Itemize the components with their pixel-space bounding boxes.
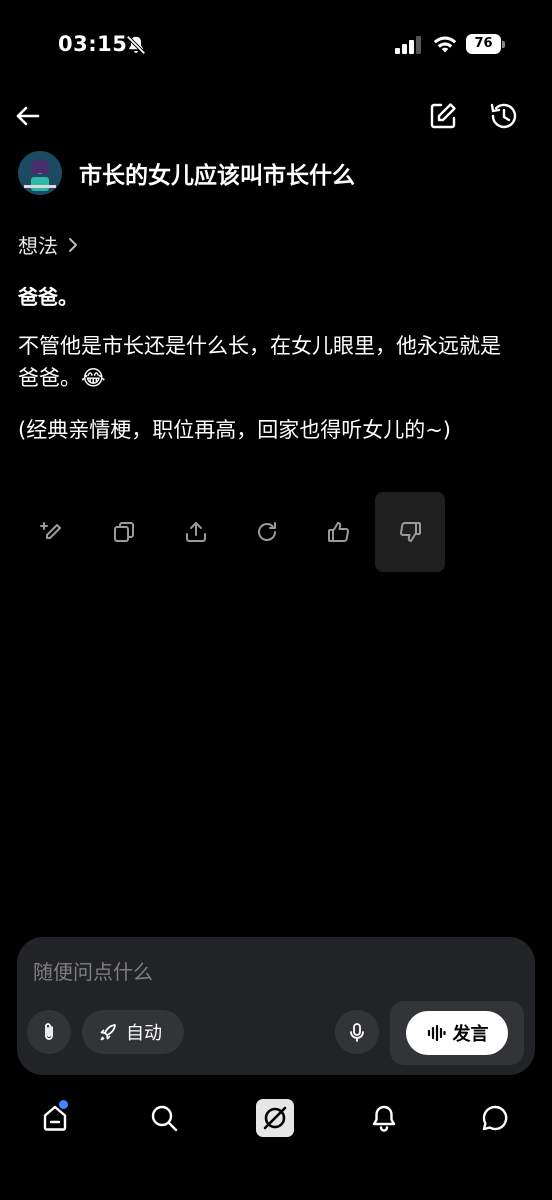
cellular-signal-icon bbox=[395, 36, 421, 54]
battery-indicator: 76 bbox=[466, 34, 506, 54]
microphone-icon bbox=[350, 1023, 364, 1042]
notification-dot bbox=[59, 1100, 68, 1109]
new-chat-button[interactable] bbox=[427, 100, 459, 132]
search-icon bbox=[151, 1105, 178, 1132]
mode-auto-button[interactable]: 自动 bbox=[82, 1010, 184, 1054]
thoughts-toggle[interactable]: 想法 bbox=[18, 230, 82, 259]
rocket-icon bbox=[100, 1024, 116, 1041]
speak-label: 发言 bbox=[452, 1024, 489, 1045]
edit-response-button[interactable] bbox=[18, 492, 88, 572]
message-input[interactable] bbox=[33, 957, 513, 987]
thoughts-label: 想法 bbox=[18, 234, 58, 258]
pencil-sparkle-icon bbox=[40, 522, 61, 539]
thumbs-down-button[interactable] bbox=[375, 492, 445, 572]
nav-chat[interactable] bbox=[475, 1098, 515, 1138]
speak-area: 发言 bbox=[390, 1001, 524, 1065]
composer: 自动 发言 bbox=[17, 937, 535, 1075]
wifi-icon bbox=[433, 36, 457, 53]
copy-icon bbox=[114, 522, 134, 542]
nav-notifications[interactable] bbox=[364, 1098, 404, 1138]
waveform-icon bbox=[427, 1024, 446, 1042]
chevron-right-icon bbox=[69, 237, 77, 252]
thumbs-up-button[interactable] bbox=[304, 492, 374, 572]
history-icon bbox=[490, 103, 517, 129]
nav-grok[interactable] bbox=[255, 1098, 295, 1138]
avatar-image bbox=[18, 151, 62, 195]
bottom-nav bbox=[0, 1090, 552, 1150]
thumbs-up-icon bbox=[328, 522, 349, 543]
status-time: 03:15 bbox=[58, 32, 128, 56]
mode-auto-label: 自动 bbox=[126, 1023, 162, 1044]
paperclip-icon bbox=[45, 1023, 53, 1040]
chat-bubble-icon bbox=[482, 1105, 508, 1131]
answer-paragraph: 不管他是市长还是什么长，在女儿眼里，他永远就是爸爸。😂 bbox=[18, 334, 501, 390]
history-button[interactable] bbox=[488, 100, 520, 132]
battery-level: 76 bbox=[466, 34, 501, 54]
answer-heading: 爸爸。 bbox=[18, 285, 78, 309]
nav-search[interactable] bbox=[144, 1098, 184, 1138]
battery-tip bbox=[502, 41, 505, 48]
conversation-title: 市长的女儿应该叫市长什么 bbox=[79, 163, 355, 189]
copy-button[interactable] bbox=[89, 492, 159, 572]
arrow-left-icon bbox=[16, 106, 40, 126]
bell-icon bbox=[372, 1105, 396, 1132]
thumbs-down-icon bbox=[400, 521, 421, 542]
regenerate-button[interactable] bbox=[232, 492, 302, 572]
back-button[interactable] bbox=[12, 100, 44, 132]
nav-home[interactable] bbox=[35, 1098, 75, 1138]
bell-off-icon bbox=[126, 35, 146, 55]
grok-logo-icon bbox=[256, 1099, 294, 1137]
answer-paragraph: (经典亲情梗，职位再高，回家也得听女儿的~) bbox=[18, 418, 451, 442]
speak-button[interactable]: 发言 bbox=[406, 1011, 508, 1055]
edit-icon bbox=[430, 103, 456, 129]
avatar bbox=[18, 151, 62, 195]
refresh-icon bbox=[258, 522, 276, 541]
response-actions bbox=[18, 492, 448, 572]
status-bar: 03:15 76 bbox=[0, 0, 552, 90]
share-icon bbox=[186, 522, 206, 542]
attach-button[interactable] bbox=[27, 1010, 71, 1054]
microphone-button[interactable] bbox=[335, 1010, 379, 1054]
share-button[interactable] bbox=[161, 492, 231, 572]
